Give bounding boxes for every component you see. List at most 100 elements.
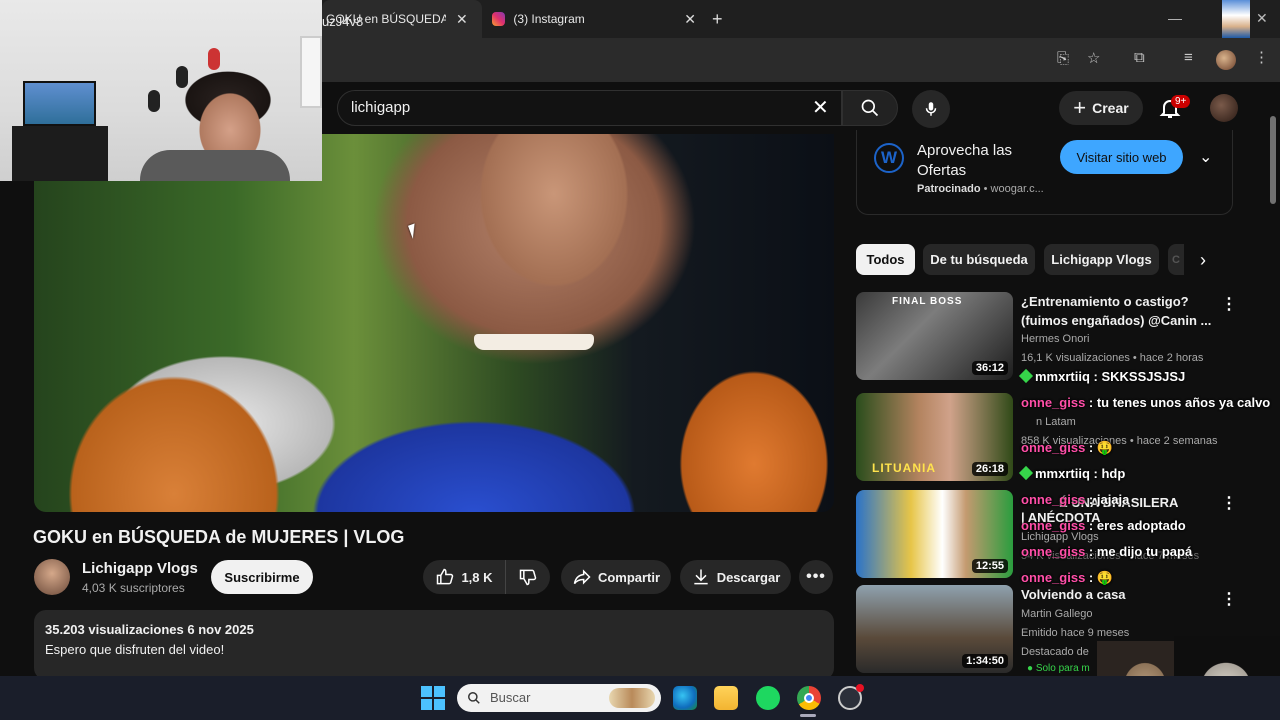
search-icon — [468, 692, 480, 704]
video-duration: 26:18 — [971, 462, 1008, 476]
thumbs-down-icon — [519, 569, 537, 586]
moderator-badge-icon — [1018, 465, 1034, 481]
ad-title[interactable]: Aprovecha las Ofertas — [917, 141, 1057, 181]
thumbnail-text: LITUANIA — [872, 461, 936, 475]
chrome-icon[interactable] — [797, 686, 821, 710]
webcam-window — [300, 36, 322, 108]
chevron-down-icon[interactable]: ⌄ — [1199, 147, 1212, 167]
video-duration: 1:34:50 — [962, 654, 1008, 668]
advertiser-logo: W — [874, 143, 904, 173]
more-actions-button[interactable]: ••• — [799, 560, 833, 594]
video-player[interactable] — [34, 134, 834, 512]
profile-sticker-image — [1222, 0, 1250, 38]
webcam-cap — [208, 48, 220, 70]
taskbar-search-input[interactable] — [457, 684, 661, 712]
close-icon[interactable]: ✕ — [684, 11, 696, 28]
subscribe-button[interactable]: Suscribirme — [211, 560, 313, 594]
chip-todos[interactable]: Todos — [856, 244, 915, 275]
members-only-text: Solo para m — [1035, 663, 1090, 674]
minimize-button[interactable]: — — [1168, 10, 1182, 26]
browser-profile-avatar[interactable] — [1216, 50, 1236, 70]
webcam-shoulders — [140, 150, 290, 181]
bookmark-star-icon[interactable]: ☆ — [1087, 49, 1100, 67]
close-icon[interactable]: ✕ — [456, 11, 468, 28]
chat-user: onne_giss — [1021, 395, 1086, 410]
related-title[interactable]: Volviendo a casa — [1021, 585, 1221, 604]
voice-search-button[interactable] — [912, 90, 950, 128]
download-icon — [694, 569, 708, 585]
views-and-date: 35.203 visualizaciones 6 nov 2025 — [45, 622, 254, 637]
search-input[interactable] — [337, 90, 842, 126]
windows-start-icon[interactable] — [421, 686, 445, 710]
chat-message: mmxrtiiq : hdp — [1018, 465, 1125, 481]
related-thumbnail[interactable]: 12:55 — [856, 490, 1013, 578]
browser-menu-icon[interactable]: ⋮ — [1254, 48, 1269, 66]
related-channel[interactable]: Martin Gallego — [1021, 608, 1093, 620]
dislike-button[interactable] — [505, 560, 550, 594]
notifications-badge: 9+ — [1171, 95, 1191, 108]
media-control-icon[interactable]: ≡ — [1184, 49, 1193, 66]
related-thumbnail[interactable]: 1:34:50 — [856, 585, 1013, 673]
chat-text: : eres adoptado — [1085, 518, 1186, 533]
more-vertical-icon[interactable]: ⋮ — [1221, 493, 1237, 513]
youtube-account-avatar[interactable] — [1210, 94, 1238, 122]
chip-partial[interactable]: C — [1168, 244, 1184, 275]
thumbs-up-icon — [437, 568, 454, 585]
file-explorer-icon[interactable] — [714, 686, 738, 710]
related-channel[interactable]: n Latam — [1036, 416, 1076, 428]
related-thumbnail[interactable]: LITUANIA 26:18 — [856, 393, 1013, 481]
chat-user: mmxrtiiq — [1035, 466, 1090, 481]
tab-instagram[interactable]: (3) Instagram ✕ — [486, 0, 696, 38]
edge-icon[interactable] — [673, 686, 697, 710]
chip-de-tu-busqueda[interactable]: De tu búsqueda — [923, 244, 1035, 275]
chat-message: onne_giss : 🤑 — [1021, 570, 1113, 586]
related-title[interactable]: ¿Entrenamiento o castigo? (fuimos engaña… — [1021, 292, 1221, 330]
channel-name[interactable]: Lichigapp Vlogs — [82, 560, 198, 577]
description-box[interactable]: 35.203 visualizaciones 6 nov 2025 Espero… — [34, 610, 834, 680]
spotify-icon[interactable] — [756, 686, 780, 710]
new-tab-button[interactable]: + — [712, 9, 723, 30]
chat-user: mmxrtiiq — [1035, 369, 1090, 384]
close-window-button[interactable]: ✕ — [1256, 10, 1268, 27]
instagram-icon — [492, 12, 506, 26]
create-button[interactable]: + Crear — [1059, 91, 1143, 125]
microphone-icon — [925, 102, 937, 116]
install-app-icon[interactable]: ⎘ — [1057, 50, 1069, 67]
video-duration: 36:12 — [971, 361, 1008, 375]
clear-search-icon[interactable]: ✕ — [812, 95, 829, 120]
chevron-right-icon[interactable]: › — [1200, 250, 1206, 271]
video-title: GOKU en BÚSQUEDA de MUJERES | VLOG — [33, 527, 405, 547]
download-button[interactable]: Descargar — [680, 560, 791, 594]
chat-message: onne_giss : me dijo tu papá — [1021, 544, 1192, 559]
channel-avatar[interactable] — [34, 559, 70, 595]
related-meta: Destacado de — [1021, 646, 1089, 658]
related-channel[interactable]: Hermes Onori — [1021, 333, 1089, 345]
search-input-value: lichigapp — [351, 99, 411, 116]
video-frame-detail — [474, 334, 594, 350]
video-duration: 12:55 — [971, 559, 1008, 573]
extensions-icon[interactable]: ⧉ — [1134, 49, 1145, 66]
more-vertical-icon[interactable]: ⋮ — [1221, 294, 1237, 314]
plus-icon: + — [1073, 95, 1087, 120]
chat-user: onne_giss — [1021, 518, 1086, 533]
subscriber-count: 4,03 K suscriptores — [82, 581, 185, 595]
more-vertical-icon[interactable]: ⋮ — [1221, 589, 1237, 609]
related-thumbnail[interactable]: FINAL BOSS 36:12 — [856, 292, 1013, 380]
url-field[interactable]: uzJ4v8 — [322, 14, 363, 29]
chat-user: onne_giss — [1021, 440, 1086, 455]
page-scrollbar[interactable] — [1270, 116, 1276, 204]
streamer-webcam — [0, 0, 322, 181]
obs-icon[interactable] — [838, 684, 864, 710]
chip-lichigapp-vlogs[interactable]: Lichigapp Vlogs — [1044, 244, 1159, 275]
chat-user: onne_giss — [1021, 544, 1086, 559]
visit-site-button[interactable]: Visitar sitio web — [1060, 140, 1183, 174]
download-label: Descargar — [716, 569, 781, 585]
like-button[interactable]: 1,8 K — [423, 560, 505, 594]
share-button[interactable]: Compartir — [561, 560, 671, 594]
like-count: 1,8 K — [461, 569, 493, 585]
search-button[interactable] — [842, 90, 898, 126]
chat-message: onne_giss : 🤑 — [1021, 440, 1113, 456]
share-label: Compartir — [597, 569, 661, 585]
ad-domain: woogar.c... — [990, 183, 1044, 195]
chat-message: mmxrtiiq : SKKSSJSJSJ — [1018, 368, 1185, 384]
